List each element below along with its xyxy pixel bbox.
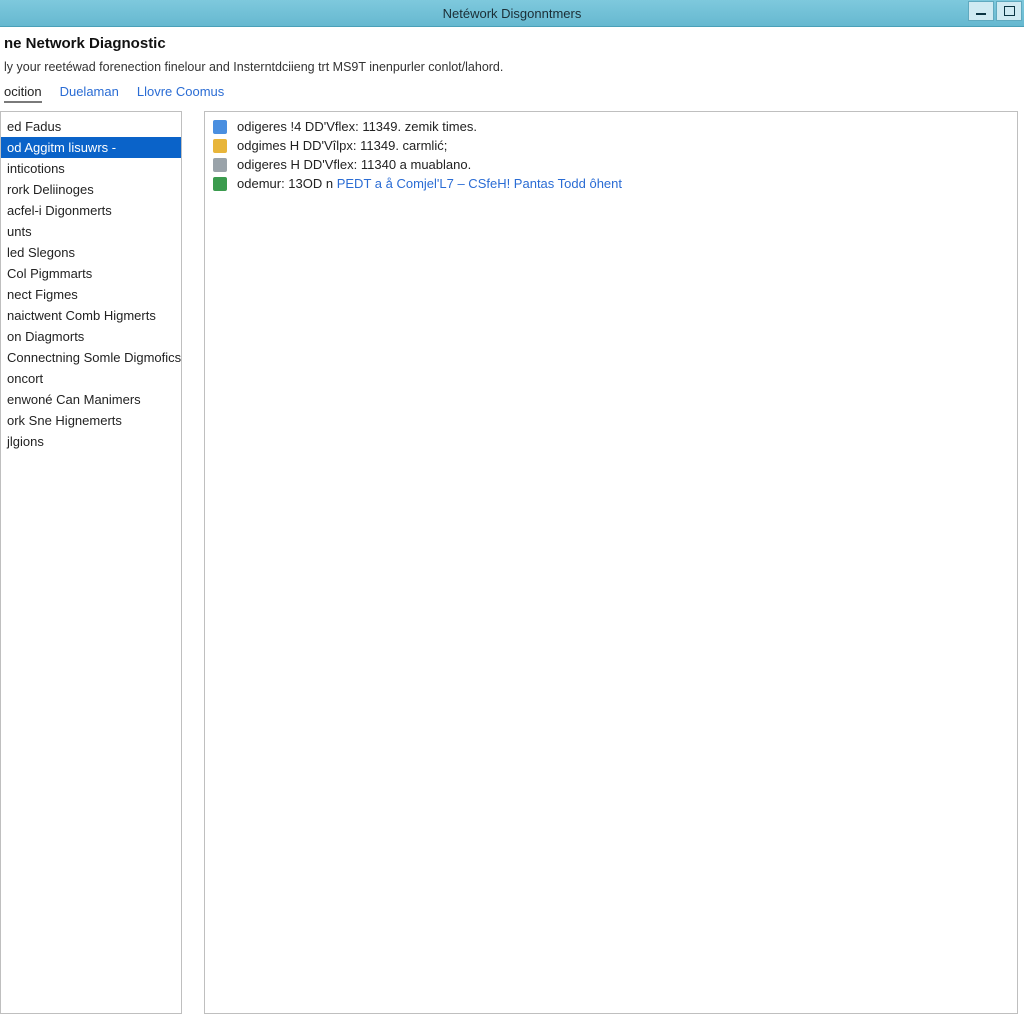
log-text: odigeres H DD'Vflex: 11340 a muablano. (237, 157, 471, 172)
maximize-button[interactable] (996, 1, 1022, 21)
log-panel: odigeres !4 DD'Vflex: 11349. zemik times… (204, 111, 1018, 1014)
tab-1[interactable]: Duelaman (60, 84, 119, 103)
log-link[interactable]: PEDT a å Comjel'L7 – CSfeH! Pantas Todd … (337, 176, 622, 191)
titlebar: Netéwork Disgonntmers (0, 0, 1024, 27)
sidebar-item-15[interactable]: jlgions (1, 431, 181, 452)
success-icon (213, 177, 229, 193)
warning-icon (213, 139, 229, 155)
sidebar-item-12[interactable]: oncort (1, 368, 181, 389)
tab-0[interactable]: ocition (4, 84, 42, 103)
log-entry-1: odgimes H DD'Vîlpx: 11349. carmlić; (213, 137, 1009, 156)
sidebar-item-8[interactable]: nect Figmes (1, 284, 181, 305)
log-entry-0: odigeres !4 DD'Vflex: 11349. zemik times… (213, 118, 1009, 137)
log-entry-2: odigeres H DD'Vflex: 11340 a muablano. (213, 156, 1009, 175)
log-text: odemur: 13OD n PEDT a å Comjel'L7 – CSfe… (237, 176, 622, 191)
sidebar-item-3[interactable]: rork Deliinoges (1, 179, 181, 200)
tab-bar: ocition Duelaman Llovre Coomus (4, 84, 1014, 103)
sidebar-item-6[interactable]: led Slegons (1, 242, 181, 263)
body-split: ed Fadusod Aggitm lisuwrs -inticotionsro… (0, 111, 1024, 1024)
sidebar-item-10[interactable]: on Diagmorts (1, 326, 181, 347)
sidebar-item-9[interactable]: naictwent Comb Higmerts (1, 305, 181, 326)
sidebar-item-0[interactable]: ed Fadus (1, 116, 181, 137)
info-icon (213, 120, 229, 136)
column-gap (182, 111, 204, 1014)
minimize-button[interactable] (968, 1, 994, 21)
sidebar-item-5[interactable]: unts (1, 221, 181, 242)
log-text: odigeres !4 DD'Vflex: 11349. zemik times… (237, 119, 477, 134)
sidebar-item-11[interactable]: Connectning Somle Digmofics (1, 347, 181, 368)
sidebar-item-7[interactable]: Col Pigmmarts (1, 263, 181, 284)
sidebar-item-2[interactable]: inticotions (1, 158, 181, 179)
sidebar-item-4[interactable]: acfel-i Digonmerts (1, 200, 181, 221)
log-icon (213, 158, 229, 174)
page-title: ne Network Diagnostic (4, 35, 1014, 52)
log-text: odgimes H DD'Vîlpx: 11349. carmlić; (237, 138, 447, 153)
tab-2[interactable]: Llovre Coomus (137, 84, 224, 103)
log-entry-3: odemur: 13OD n PEDT a å Comjel'L7 – CSfe… (213, 175, 1009, 194)
app-window: Netéwork Disgonntmers ne Network Diagnos… (0, 0, 1024, 1024)
category-sidebar: ed Fadusod Aggitm lisuwrs -inticotionsro… (0, 111, 182, 1014)
sidebar-item-1[interactable]: od Aggitm lisuwrs - (1, 137, 181, 158)
window-controls (966, 0, 1022, 26)
page-header: ne Network Diagnostic ly your reetéwad f… (0, 27, 1024, 111)
window-title: Netéwork Disgonntmers (0, 6, 1024, 21)
page-description: ly your reetéwad forenection finelour an… (4, 60, 1014, 74)
sidebar-item-13[interactable]: enwoné Can Manimers (1, 389, 181, 410)
sidebar-item-14[interactable]: ork Sne Hignemerts (1, 410, 181, 431)
